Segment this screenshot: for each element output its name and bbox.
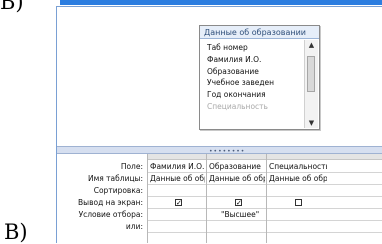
column-criteria-cell[interactable]: "Высшее" [221,210,265,219]
window-title-strip [60,0,382,5]
row-label-table: Имя таблицы: [88,174,143,183]
field-item[interactable]: Год окончания [207,89,302,101]
query-grid: Поле: Имя таблицы: Сортировка: Вывод на … [57,154,382,243]
field-item[interactable]: Таб номер [207,42,302,54]
row-label-criteria: Условие отбора: [78,210,143,219]
row-label-show: Вывод на экран: [78,198,143,207]
field-list: Таб номер Фамилия И.О. Образование Учебн… [207,42,302,113]
table-field-list[interactable]: Данные об образовании Таб номер Фамилия … [199,25,320,130]
column-table-cell[interactable]: Данные об обр [150,174,205,183]
label-v: В) [4,220,28,244]
show-checkbox[interactable]: ✓ [175,199,182,207]
show-checkbox[interactable]: ✓ [235,199,242,207]
grid-column-2[interactable]: Образование Данные об обр ✓ "Высшее" [206,154,266,243]
row-label-field: Поле: [120,162,143,171]
field-item[interactable]: Образование [207,66,302,78]
query-designer-window: Данные об образовании Таб номер Фамилия … [56,6,382,243]
field-item[interactable]: Фамилия И.О. [207,54,302,66]
scroll-thumb[interactable] [307,56,315,92]
label-b: Б) [0,0,24,14]
field-list-scrollbar[interactable]: ▲ ▼ [304,40,318,128]
column-field-cell[interactable]: Фамилия И.О. [150,162,205,171]
column-table-cell[interactable]: Данные об обр [269,174,327,183]
scroll-down-icon[interactable]: ▼ [305,118,318,128]
grid-column-3[interactable]: Специальность Данные об обр [266,154,382,243]
field-item[interactable]: Специальность [207,101,302,113]
grid-column-1[interactable]: Фамилия И.О. Данные об обр ✓ [147,154,206,243]
pane-splitter[interactable]: •••••••• [57,146,382,155]
table-pane: Данные об образовании Таб номер Фамилия … [57,7,382,146]
field-item[interactable]: Учебное заведен [207,77,302,89]
row-label-sort: Сортировка: [93,186,143,195]
table-title[interactable]: Данные об образовании [200,26,319,39]
column-table-cell[interactable]: Данные об обр [209,174,265,183]
row-label-or: или: [125,222,143,231]
show-checkbox[interactable] [295,199,302,206]
column-field-cell[interactable]: Специальность [269,162,327,171]
column-field-cell[interactable]: Образование [209,162,265,171]
scroll-up-icon[interactable]: ▲ [305,40,318,50]
